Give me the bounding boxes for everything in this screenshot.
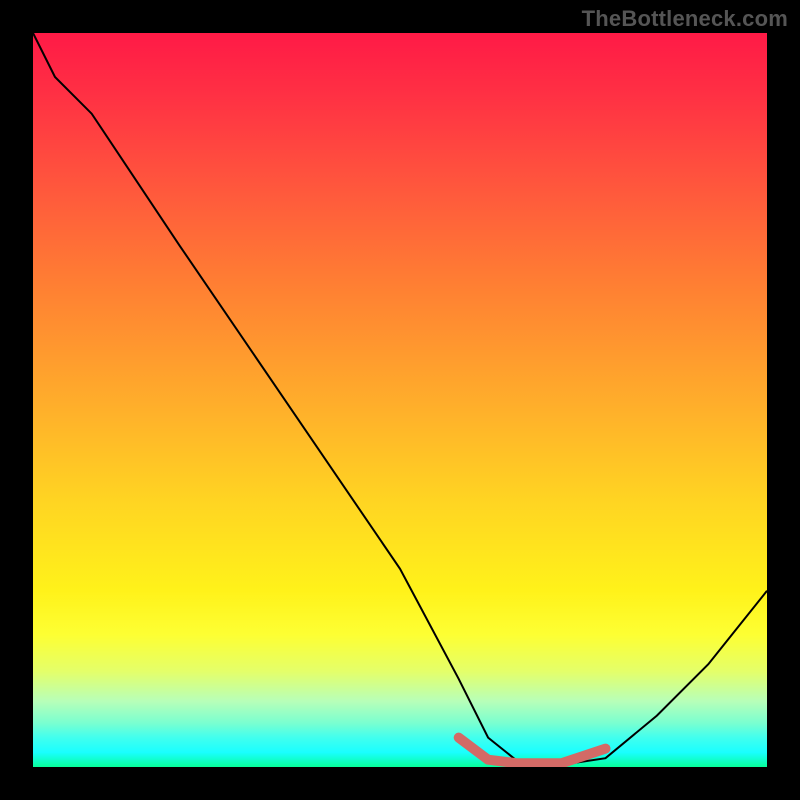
- chart-container: TheBottleneck.com: [0, 0, 800, 800]
- watermark-text: TheBottleneck.com: [582, 6, 788, 32]
- optimal-highlight: [33, 33, 767, 767]
- highlight-line: [459, 738, 606, 764]
- plot-area: [33, 33, 767, 767]
